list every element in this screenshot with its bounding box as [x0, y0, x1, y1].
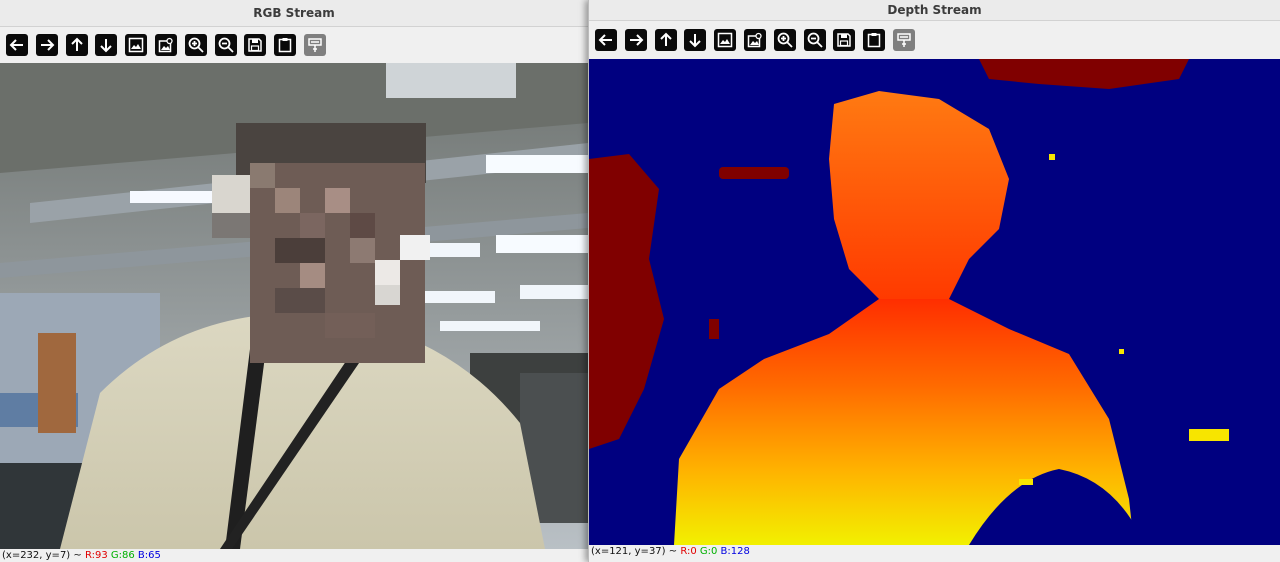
- arrow-left-icon[interactable]: [595, 29, 617, 51]
- pixel-r-value: R:93: [84, 550, 108, 561]
- pixel-b-value: B:128: [720, 546, 750, 557]
- window-title: RGB Stream: [0, 0, 588, 27]
- arrow-down-icon[interactable]: [95, 34, 118, 56]
- cursor-coords: (x=232, y=7) ~: [2, 550, 82, 561]
- cursor-coords: (x=121, y=37) ~: [591, 546, 678, 557]
- pixel-b-value: B:65: [137, 550, 161, 561]
- image-icon[interactable]: [714, 29, 737, 51]
- rgb-camera-frame: [0, 63, 588, 549]
- zoom-in-icon[interactable]: [184, 34, 207, 56]
- window-title: Depth Stream: [589, 0, 1280, 21]
- clipboard-icon[interactable]: [274, 34, 297, 56]
- image-icon[interactable]: [125, 34, 148, 56]
- arrow-left-icon[interactable]: [6, 34, 28, 56]
- save-icon[interactable]: [833, 29, 856, 51]
- rgb-image-view[interactable]: [0, 63, 588, 549]
- arrow-up-icon[interactable]: [65, 34, 88, 56]
- image-zoom-icon[interactable]: [743, 29, 766, 51]
- status-bar: (x=232, y=7) ~ R:93 G:86 B:65: [0, 549, 588, 562]
- toolbar: [589, 21, 1280, 59]
- arrow-right-icon[interactable]: [624, 29, 647, 51]
- depth-colormap-frame: [589, 59, 1280, 545]
- arrow-down-icon[interactable]: [684, 29, 707, 51]
- pixel-g-value: G:86: [110, 550, 135, 561]
- arrow-right-icon[interactable]: [35, 34, 58, 56]
- save-icon[interactable]: [244, 34, 267, 56]
- image-zoom-icon[interactable]: [154, 34, 177, 56]
- depth-stream-window: Depth Stream (x=121, y=37) ~ R:0 G:0 B:1…: [588, 0, 1280, 562]
- pixel-g-value: G:0: [699, 546, 718, 557]
- properties-icon[interactable]: [892, 29, 915, 51]
- toolbar: [0, 27, 588, 63]
- status-bar: (x=121, y=37) ~ R:0 G:0 B:128: [589, 545, 1280, 558]
- clipboard-icon[interactable]: [863, 29, 886, 51]
- zoom-out-icon[interactable]: [214, 34, 237, 56]
- depth-image-view[interactable]: [589, 59, 1280, 545]
- arrow-up-icon[interactable]: [654, 29, 677, 51]
- rgb-stream-window: RGB Stream (x=232, y=7) ~ R:93 G:86 B:65: [0, 0, 588, 562]
- pixel-r-value: R:0: [680, 546, 697, 557]
- properties-icon[interactable]: [303, 34, 326, 56]
- zoom-out-icon[interactable]: [803, 29, 826, 51]
- zoom-in-icon[interactable]: [773, 29, 796, 51]
